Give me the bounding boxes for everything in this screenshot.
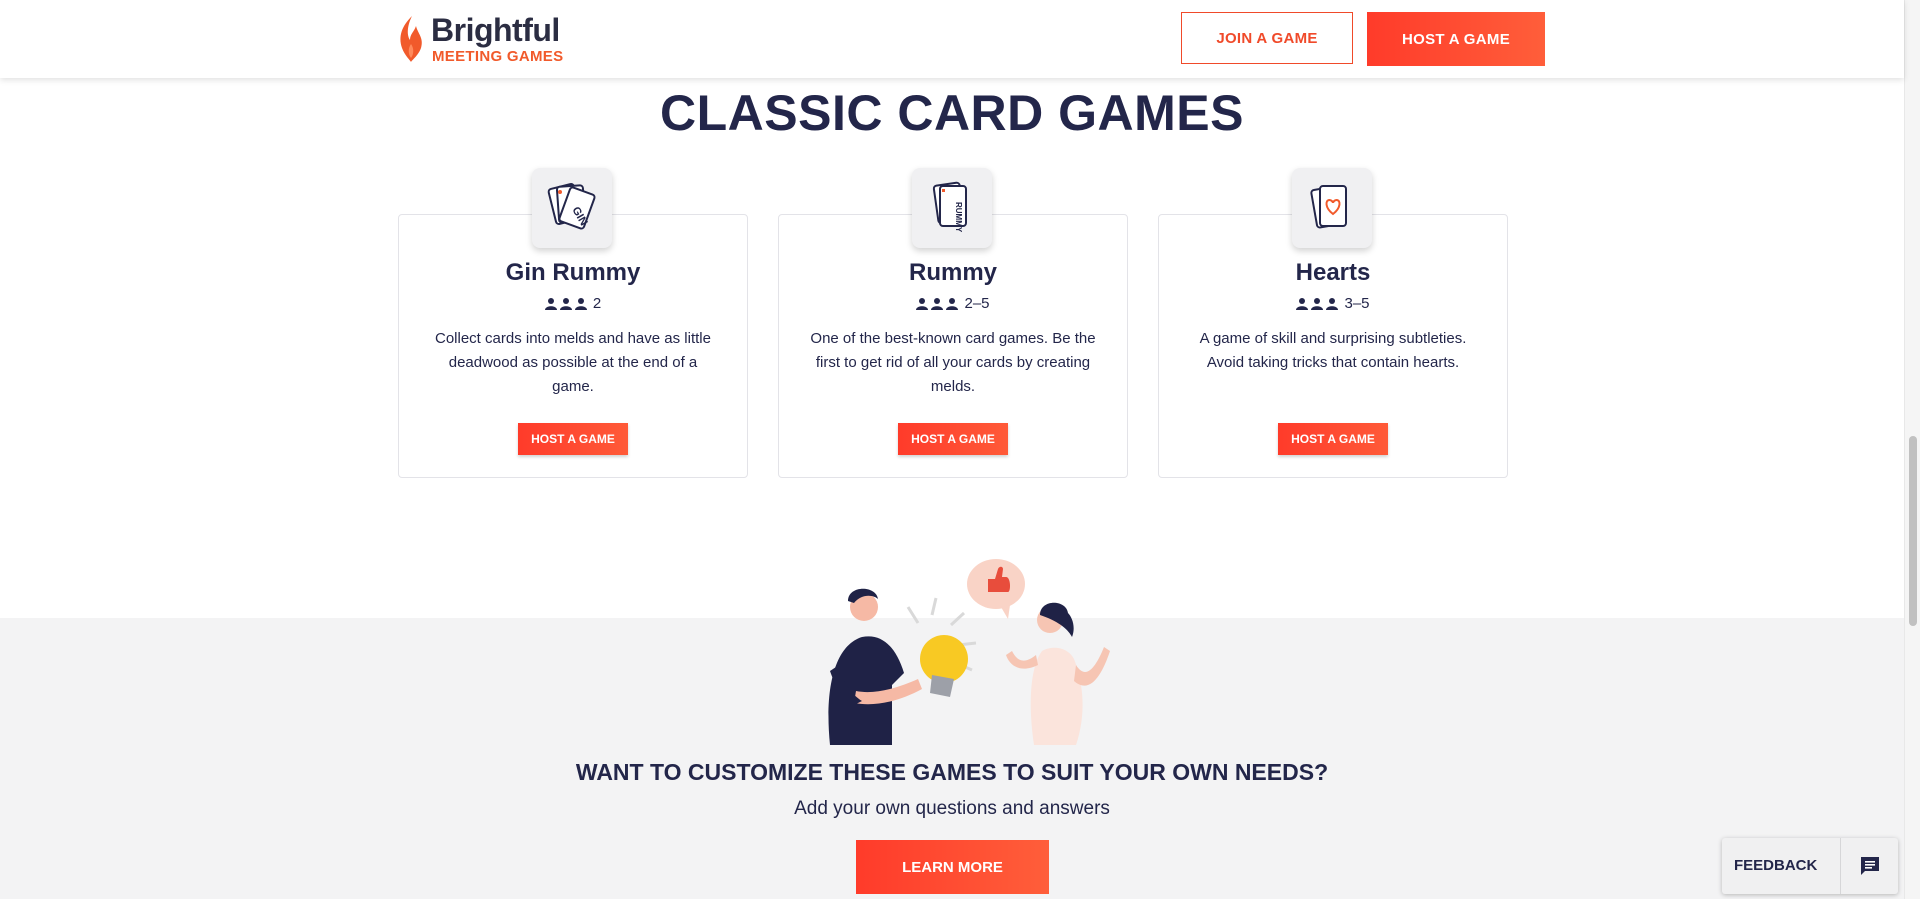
rummy-cards-icon[interactable]: RUMMY [912, 168, 992, 248]
game-description: One of the best-known card games. Be the… [810, 330, 1096, 395]
idea-illustration [828, 559, 1110, 745]
players-icon [544, 297, 587, 310]
game-title: Gin Rummy [505, 259, 641, 286]
game-description: A game of skill and surprising subtletie… [1199, 330, 1467, 371]
join-game-button[interactable]: JOIN A GAME [1181, 12, 1353, 64]
heart-cards-icon[interactable] [1292, 168, 1372, 248]
customize-subheading: Add your own questions and answers [794, 798, 1110, 819]
brightful-logo[interactable]: Brightful MEETING GAMES [396, 12, 566, 68]
players-icon [1296, 297, 1339, 310]
host-gin-rummy-button[interactable]: HOST A GAME [518, 423, 628, 455]
svg-text:RUMMY: RUMMY [954, 202, 963, 233]
logo-brand-text: Brightful [431, 12, 560, 48]
game-title: Hearts [1295, 259, 1371, 286]
learn-more-button[interactable]: LEARN MORE [856, 840, 1049, 894]
chat-icon[interactable] [1858, 854, 1882, 878]
site-header: Brightful MEETING GAMES JOIN A GAME HOST… [0, 0, 1904, 78]
page-scrollbar[interactable] [1904, 0, 1920, 899]
host-hearts-button[interactable]: HOST A GAME [1278, 423, 1388, 455]
feedback-label[interactable]: FEEDBACK [1734, 857, 1817, 874]
feedback-divider [1840, 838, 1841, 894]
game-description: Collect cards into melds and have as lit… [435, 330, 711, 395]
gin-cards-icon[interactable]: GIN [532, 168, 612, 248]
game-title: Rummy [908, 259, 998, 286]
players-icon [916, 297, 959, 310]
customize-heading: WANT TO CUSTOMIZE THESE GAMES TO SUIT YO… [575, 759, 1329, 785]
game-card-rummy: Rummy 2–5 One of the best-known card gam… [778, 214, 1128, 478]
host-rummy-button[interactable]: HOST A GAME [898, 423, 1008, 455]
player-count: 2 [399, 295, 747, 312]
host-game-button[interactable]: HOST A GAME [1367, 12, 1545, 66]
player-count-value: 2–5 [964, 295, 990, 312]
logo-subtitle: MEETING GAMES [432, 48, 564, 65]
player-count-value: 2 [592, 295, 602, 312]
player-count: 3–5 [1159, 295, 1507, 312]
scrollbar-thumb[interactable] [1909, 436, 1917, 626]
section-title: CLASSIC CARD GAMES [659, 85, 1245, 141]
player-count: 2–5 [779, 295, 1127, 312]
feedback-widget[interactable]: FEEDBACK [1722, 838, 1898, 894]
game-card-gin-rummy: Gin Rummy 2 Collect cards into melds and… [398, 214, 748, 478]
flame-icon [400, 16, 422, 62]
player-count-value: 3–5 [1344, 295, 1370, 312]
game-card-hearts: Hearts 3–5 A game of skill and surprisin… [1158, 214, 1508, 478]
